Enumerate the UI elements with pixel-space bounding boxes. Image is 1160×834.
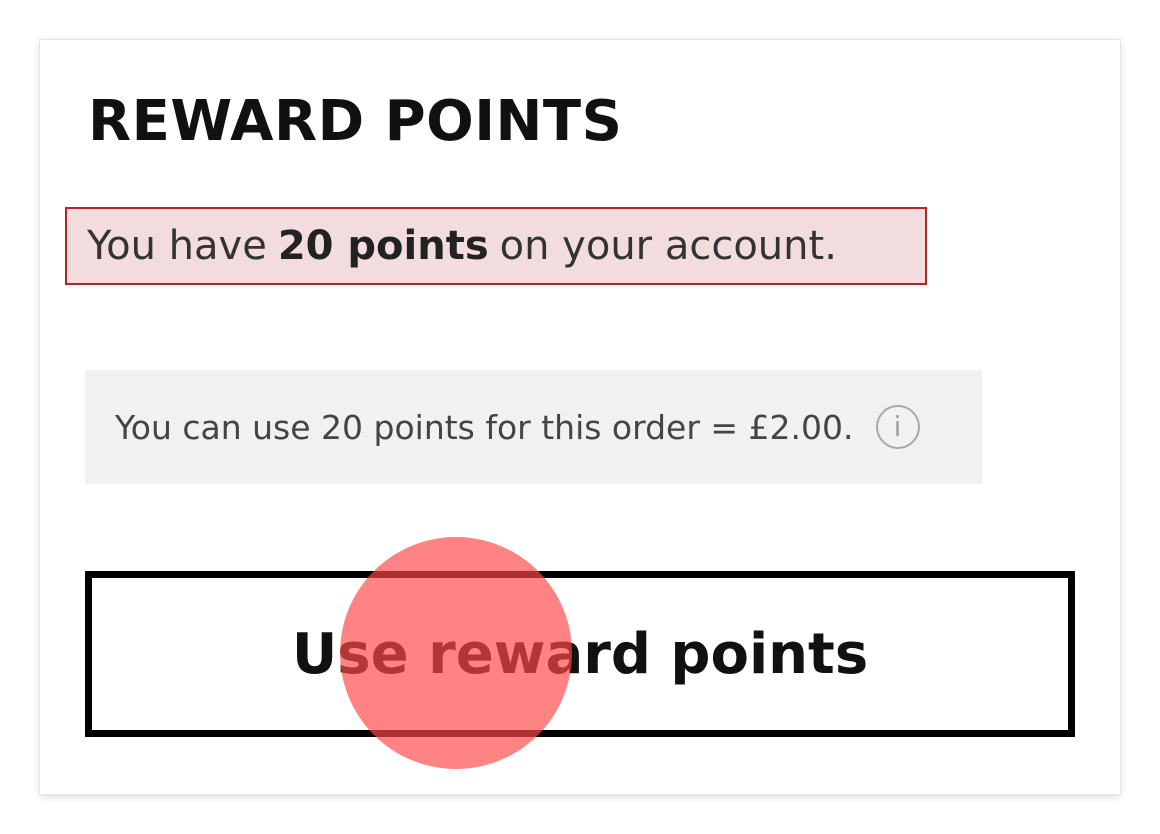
info-icon[interactable]: i — [875, 405, 920, 449]
points-usage-info: You can use 20 points for this order = £… — [85, 370, 982, 484]
points-amount: 20 points — [277, 223, 489, 269]
reward-points-card: REWARD POINTS You have 20 points on your a… — [40, 40, 1120, 794]
points-balance-highlight: You have 20 points on your account. — [65, 207, 927, 285]
section-title: REWARD POINTS — [88, 89, 623, 154]
points-usage-text: You can use 20 points for this order = £… — [115, 407, 854, 447]
balance-prefix: You have — [87, 223, 267, 269]
use-reward-points-button[interactable]: Use reward points — [85, 571, 1075, 737]
balance-suffix: on your account. — [499, 223, 837, 269]
